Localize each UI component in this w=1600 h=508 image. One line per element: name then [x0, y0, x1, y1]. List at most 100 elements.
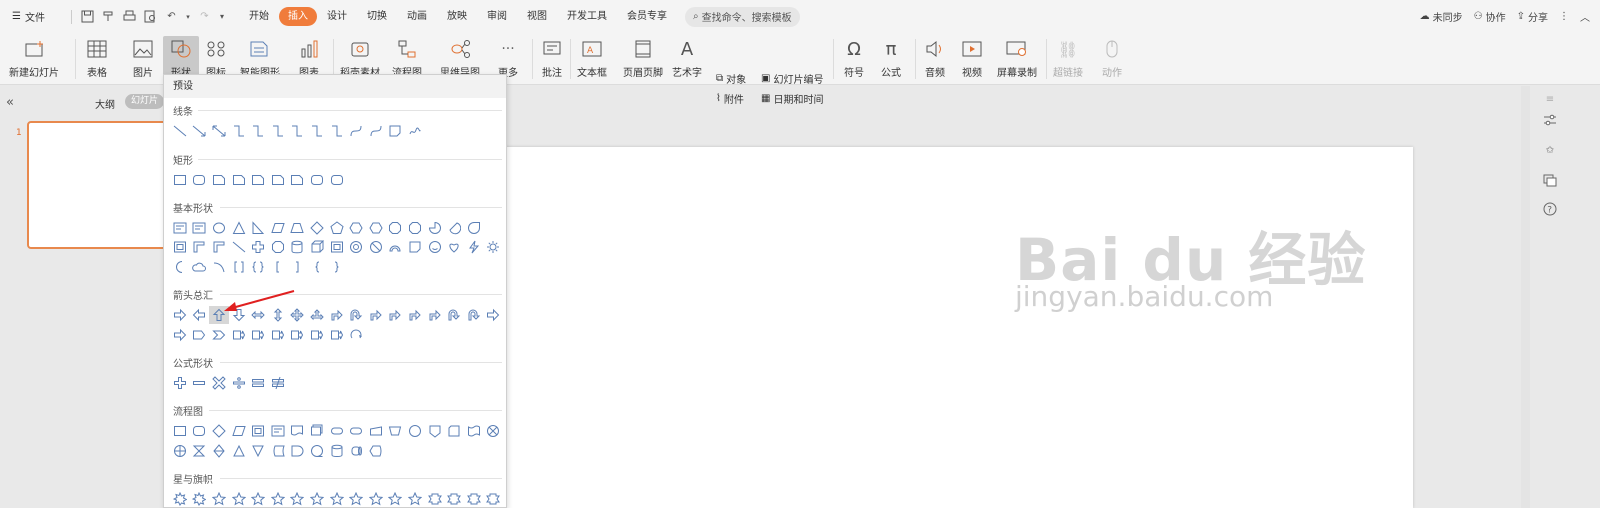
bolt-shape-icon[interactable] [464, 238, 484, 256]
rect-shape-icon[interactable] [170, 171, 190, 189]
rtri-shape-icon[interactable] [248, 219, 268, 237]
mult-shape-icon[interactable] [209, 374, 229, 392]
collapse-ribbon-icon[interactable]: ︿ [1580, 9, 1590, 24]
elbow-shape-icon[interactable] [327, 122, 347, 140]
multidoc-shape-icon[interactable] [307, 422, 327, 440]
ribbon-shape-icon[interactable] [464, 490, 484, 508]
callout-shape-icon[interactable] [307, 326, 327, 344]
wordart-button[interactable]: A 艺术字 [672, 36, 702, 82]
diamond-shape-icon[interactable] [209, 422, 229, 440]
rect-shape-icon[interactable] [170, 422, 190, 440]
scribble-shape-icon[interactable] [405, 122, 425, 140]
callout-shape-icon[interactable] [229, 326, 249, 344]
homeplate-shape-icon[interactable] [190, 326, 210, 344]
rbracket-shape-icon[interactable] [288, 258, 308, 276]
manual-shape-icon[interactable] [366, 422, 386, 440]
star-shape-icon[interactable] [288, 490, 308, 508]
curve-shape-icon[interactable] [366, 122, 386, 140]
trap-shape-icon[interactable] [288, 219, 308, 237]
command-search[interactable]: ⌕ 查找命令、搜索模板 [685, 6, 800, 27]
tab-home[interactable]: 开始 [239, 7, 279, 26]
ribbon-shape-icon[interactable] [444, 490, 464, 508]
uturn-shape-icon[interactable] [444, 306, 464, 324]
oct-shape-icon[interactable] [386, 219, 406, 237]
oct-shape-icon[interactable] [268, 238, 288, 256]
block-shape-icon[interactable] [386, 238, 406, 256]
collate-shape-icon[interactable] [190, 442, 210, 460]
right-shape-icon[interactable] [170, 306, 190, 324]
uturn-shape-icon[interactable] [464, 306, 484, 324]
elbow-shape-icon[interactable] [248, 122, 268, 140]
eq-shape-icon[interactable] [248, 374, 268, 392]
hex-shape-icon[interactable] [366, 219, 386, 237]
comment-button[interactable]: 批注 [539, 36, 565, 82]
slides-tab[interactable]: 幻灯片 [125, 94, 165, 109]
para-shape-icon[interactable] [268, 219, 288, 237]
uturn-shape-icon[interactable] [346, 306, 366, 324]
datetime-button[interactable]: ▦ 日期和时间 [761, 90, 823, 106]
settings-sliders-icon[interactable] [1541, 111, 1559, 129]
callout-shape-icon[interactable] [288, 326, 308, 344]
collab-button[interactable]: ⚇ 协作 [1474, 9, 1506, 24]
ribbon-shape-icon[interactable] [425, 490, 445, 508]
offpage-shape-icon[interactable] [425, 422, 445, 440]
slide-thumbnail[interactable] [27, 121, 177, 249]
circle-shape-icon[interactable] [405, 422, 425, 440]
snip-shape-icon[interactable] [268, 171, 288, 189]
print-icon[interactable] [121, 8, 138, 25]
textbox-shape-icon[interactable] [170, 219, 190, 237]
bent-shape-icon[interactable] [386, 306, 406, 324]
direct-shape-icon[interactable] [346, 442, 366, 460]
lbrace-shape-icon[interactable] [307, 258, 327, 276]
screen-record-button[interactable]: 屏幕录制 [997, 36, 1037, 82]
snip-shape-icon[interactable] [209, 171, 229, 189]
cube-shape-icon[interactable] [307, 238, 327, 256]
symbol-button[interactable]: Ω 符号 [841, 36, 867, 82]
tri-shape-icon[interactable] [229, 219, 249, 237]
attachment-button[interactable]: ⌇ 附件 [716, 90, 744, 106]
tear-shape-icon[interactable] [464, 219, 484, 237]
line-shape-icon[interactable] [170, 122, 190, 140]
arrowline-shape-icon[interactable] [190, 122, 210, 140]
lbracket-shape-icon[interactable] [268, 258, 288, 276]
pent-shape-icon[interactable] [327, 219, 347, 237]
transition-icon[interactable] [1541, 171, 1559, 189]
minus-shape-icon[interactable] [190, 374, 210, 392]
star-shape-icon[interactable] [366, 490, 386, 508]
elbow-shape-icon[interactable] [288, 122, 308, 140]
star-shape-icon[interactable] [209, 490, 229, 508]
bent-shape-icon[interactable] [366, 306, 386, 324]
help-icon[interactable]: ? [1541, 200, 1559, 218]
curve-shape-icon[interactable] [346, 122, 366, 140]
collapse-panel-icon[interactable]: « [6, 95, 14, 110]
frame-shape-icon[interactable] [170, 238, 190, 256]
cross-shape-icon[interactable] [248, 238, 268, 256]
bent-shape-icon[interactable] [425, 306, 445, 324]
chev-shape-icon[interactable] [209, 326, 229, 344]
rrect-shape-icon[interactable] [190, 422, 210, 440]
stored-shape-icon[interactable] [268, 442, 288, 460]
textbox-shape-icon[interactable] [268, 422, 288, 440]
redo-icon[interactable]: ↷ [196, 8, 213, 25]
star-shape-icon[interactable] [307, 490, 327, 508]
picture-button[interactable]: 图片 [130, 36, 156, 82]
snip-shape-icon[interactable] [288, 171, 308, 189]
brace-shape-icon[interactable] [248, 258, 268, 276]
file-menu[interactable]: ☰ 文件 [0, 9, 60, 24]
chord-shape-icon[interactable] [444, 219, 464, 237]
tri3-shape-icon[interactable] [307, 306, 327, 324]
elbow-shape-icon[interactable] [229, 122, 249, 140]
noSym-shape-icon[interactable] [366, 238, 386, 256]
burst-shape-icon[interactable] [190, 490, 210, 508]
tab-insert[interactable]: 插入 [279, 7, 317, 26]
table-button[interactable]: 表格 [84, 36, 110, 82]
rrect-shape-icon[interactable] [190, 171, 210, 189]
tab-member[interactable]: 会员专享 [617, 7, 677, 26]
manop-shape-icon[interactable] [386, 422, 406, 440]
delay-shape-icon[interactable] [288, 442, 308, 460]
save-icon[interactable] [79, 8, 96, 25]
oval-shape-icon[interactable] [209, 219, 229, 237]
animation-star-icon[interactable]: ✩ [1541, 141, 1559, 159]
slide-number-button[interactable]: ▣ 幻灯片编号 [761, 70, 823, 86]
sort-shape-icon[interactable] [209, 442, 229, 460]
